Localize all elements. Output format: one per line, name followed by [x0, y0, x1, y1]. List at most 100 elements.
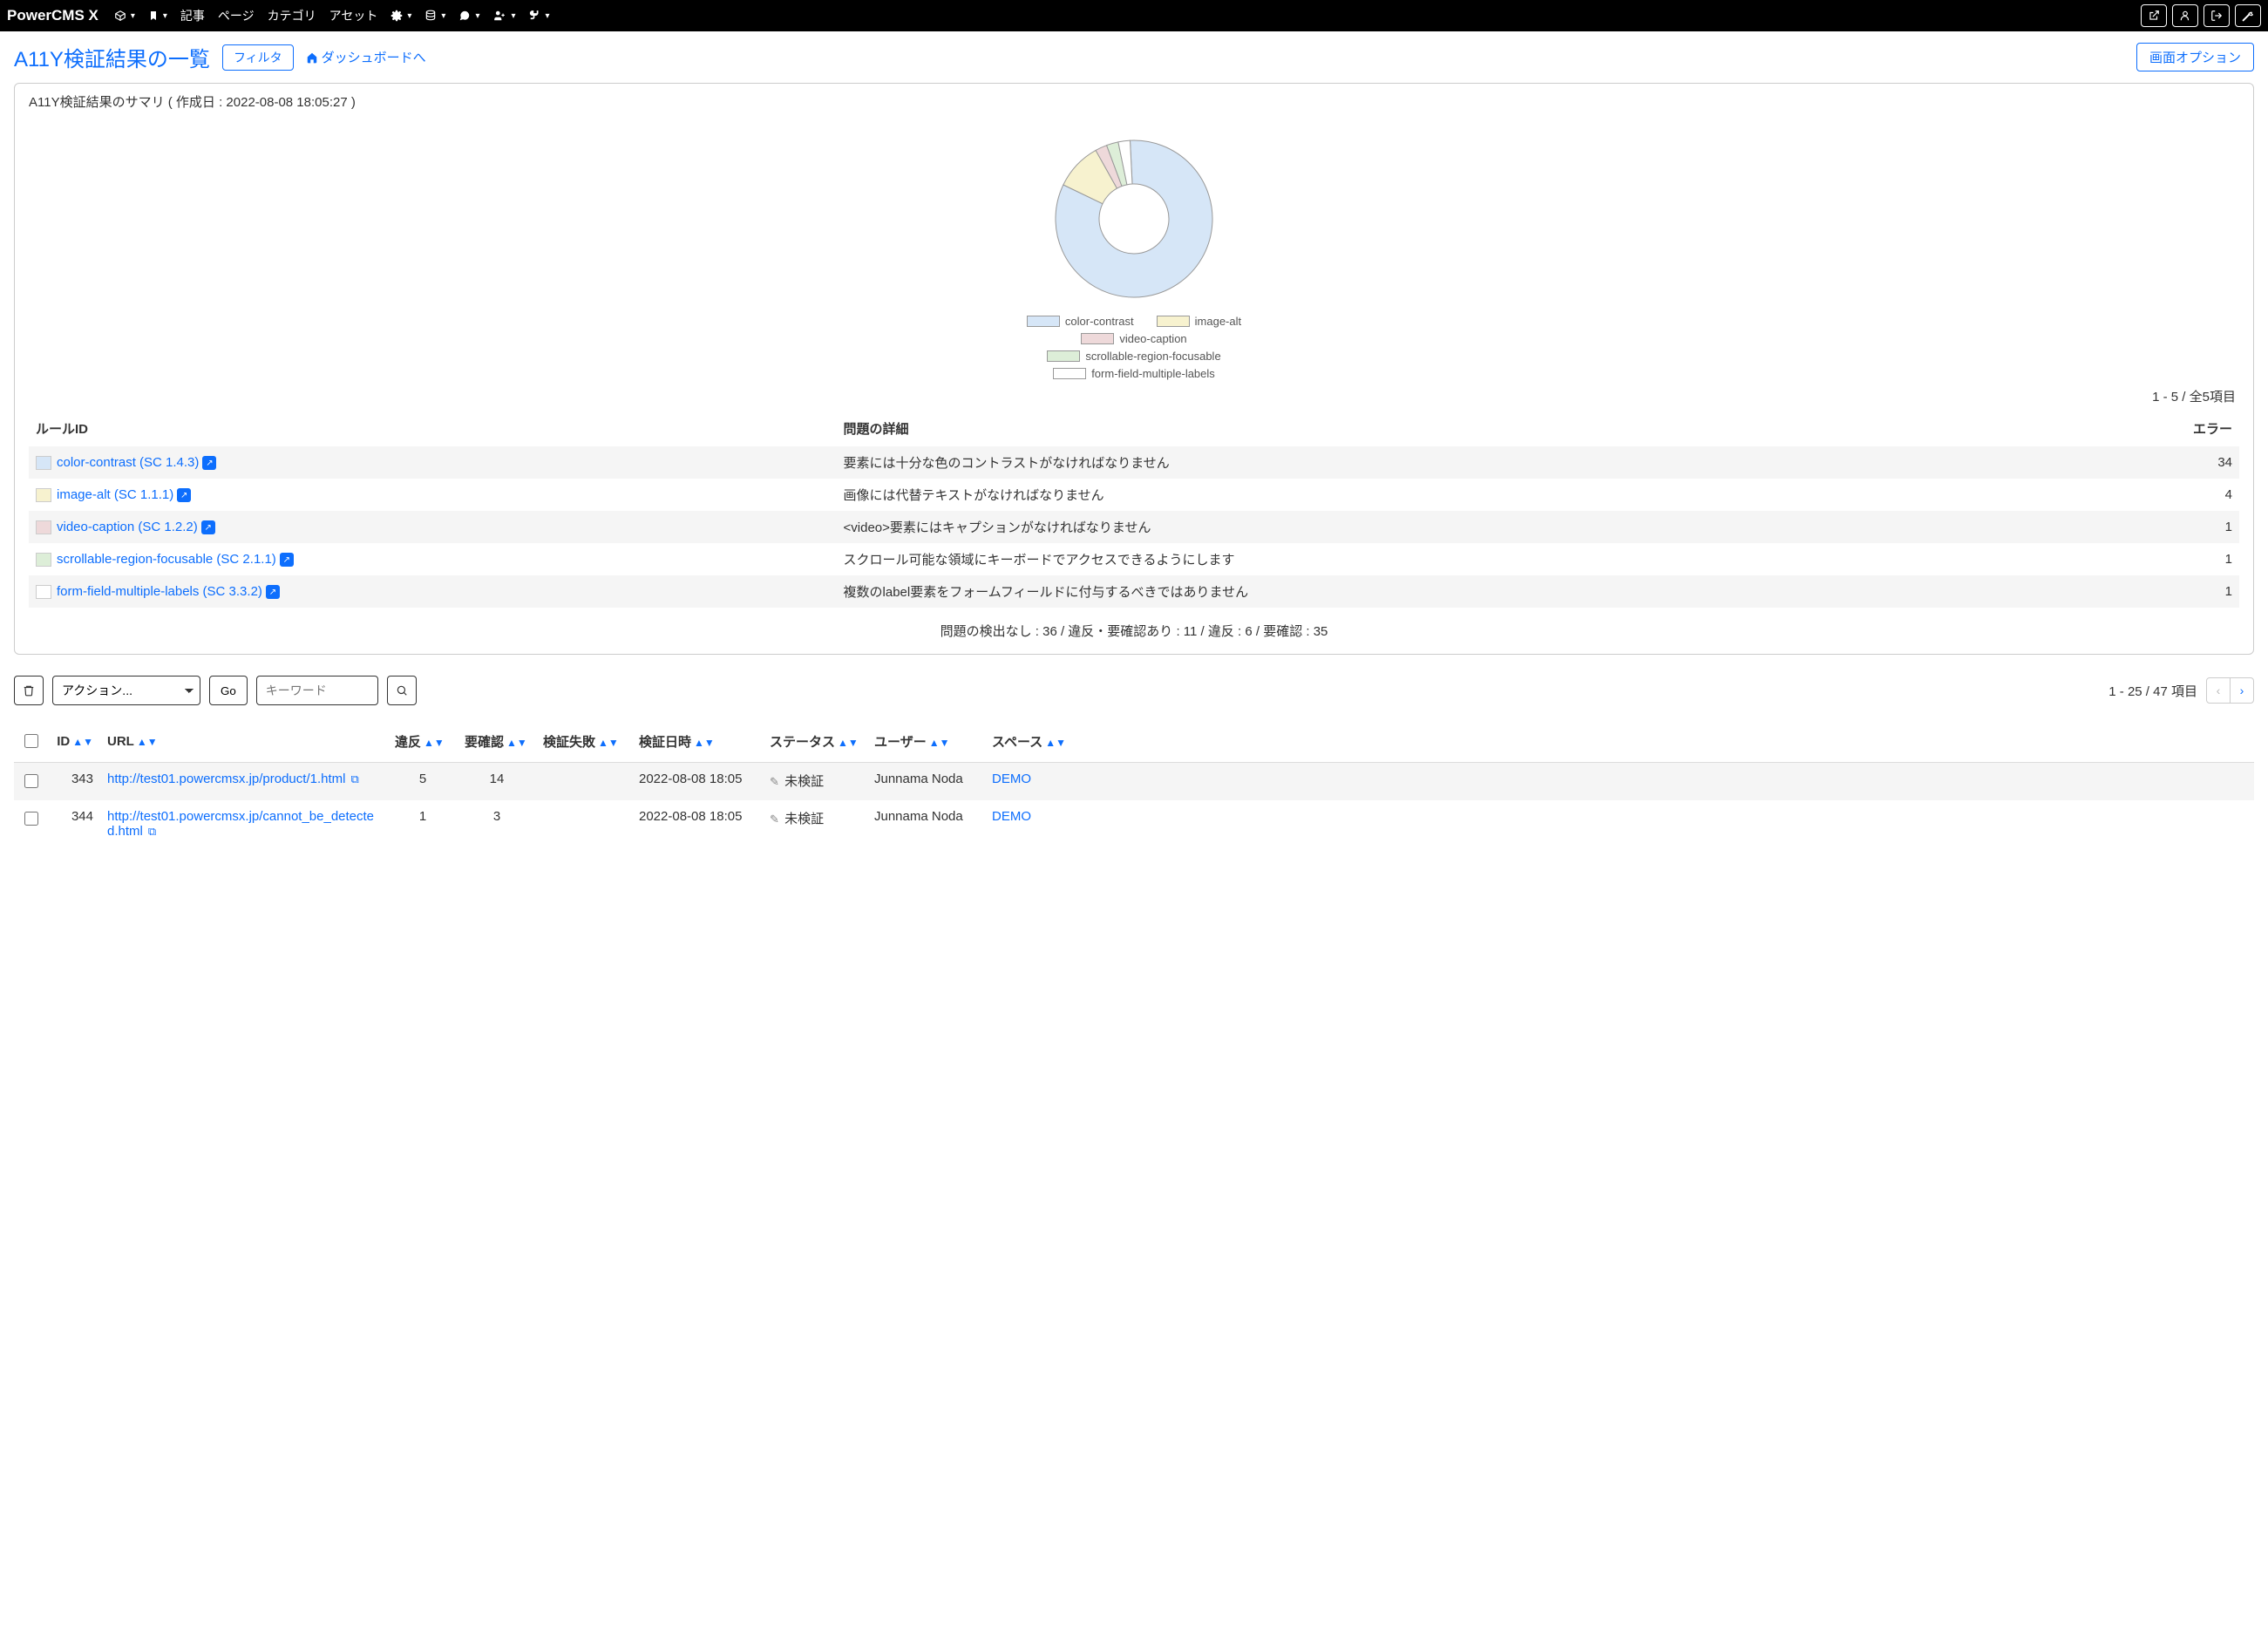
cell-reviews: 3: [458, 800, 536, 847]
legend-item: scrollable-region-focusable: [1047, 350, 1220, 363]
url-link[interactable]: http://test01.powercmsx.jp/product/1.htm…: [107, 772, 345, 786]
rule-link[interactable]: color-contrast (SC 1.4.3): [57, 455, 199, 470]
filter-button[interactable]: フィルタ: [222, 44, 294, 71]
go-button[interactable]: Go: [209, 676, 248, 705]
external-link-icon[interactable]: ↗: [177, 488, 191, 502]
rule-link[interactable]: image-alt (SC 1.1.1): [57, 487, 173, 502]
cell-id: 343: [48, 763, 100, 801]
sort-user[interactable]: ▲▼: [929, 737, 950, 749]
sort-space[interactable]: ▲▼: [1045, 737, 1066, 749]
rule-row: color-contrast (SC 1.4.3)↗要素には十分な色のコントラス…: [29, 446, 2239, 479]
action-select[interactable]: アクション...: [52, 676, 200, 705]
legend-swatch: [1157, 316, 1190, 327]
cell-datetime: 2022-08-08 18:05: [632, 800, 763, 847]
open-external-icon[interactable]: ⧉: [148, 825, 156, 838]
legend-label: color-contrast: [1065, 315, 1134, 328]
sort-violations[interactable]: ▲▼: [424, 737, 445, 749]
legend-label: image-alt: [1195, 315, 1241, 328]
dashboard-link[interactable]: ダッシュボードへ: [306, 48, 426, 66]
user-plus-icon: [492, 10, 506, 22]
profile-button[interactable]: [2172, 4, 2198, 27]
nav-articles[interactable]: 記事: [175, 3, 210, 28]
sort-failures[interactable]: ▲▼: [598, 737, 619, 749]
cell-reviews: 14: [458, 763, 536, 801]
url-link[interactable]: http://test01.powercmsx.jp/cannot_be_det…: [107, 809, 374, 839]
legend-item: form-field-multiple-labels: [1053, 367, 1215, 380]
sort-status[interactable]: ▲▼: [838, 737, 859, 749]
pencil-icon[interactable]: ✎: [770, 812, 779, 826]
legend-swatch: [1027, 316, 1060, 327]
pager-next[interactable]: ›: [2230, 677, 2254, 704]
nav-pages[interactable]: ページ: [213, 3, 260, 28]
nav-cube-menu[interactable]: [109, 6, 140, 25]
legend-item: color-contrast: [1027, 315, 1134, 328]
pager-prev[interactable]: ‹: [2206, 677, 2231, 704]
external-link-icon[interactable]: ↗: [280, 553, 294, 567]
external-link-icon[interactable]: ↗: [202, 456, 216, 470]
pager: 1 - 25 / 47 項目 ‹ ›: [2108, 677, 2254, 704]
rule-swatch: [36, 585, 51, 599]
nav-items: 記事 ページ カテゴリ アセット: [109, 3, 555, 28]
external-link-icon[interactable]: ↗: [201, 520, 215, 534]
rule-row: video-caption (SC 1.2.2)↗<video>要素にはキャプシ…: [29, 511, 2239, 543]
rule-detail: 画像には代替テキストがなければなりません: [837, 479, 2081, 511]
cell-failures: [536, 800, 632, 847]
rule-link[interactable]: video-caption (SC 1.2.2): [57, 520, 198, 534]
cell-user: Junnama Noda: [867, 800, 985, 847]
select-all-checkbox[interactable]: [24, 734, 38, 748]
logout-icon: [2210, 10, 2223, 22]
keyword-input[interactable]: [256, 676, 378, 705]
cell-datetime: 2022-08-08 18:05: [632, 763, 763, 801]
tools-button[interactable]: [2235, 4, 2261, 27]
nav-database-menu[interactable]: [419, 6, 451, 25]
rule-row: scrollable-region-focusable (SC 2.1.1)↗ス…: [29, 543, 2239, 575]
external-button[interactable]: [2141, 4, 2167, 27]
rule-table: ルールID 問題の詳細 エラー color-contrast (SC 1.4.3…: [29, 411, 2239, 608]
col-datetime: 検証日時: [639, 735, 691, 750]
rule-link[interactable]: form-field-multiple-labels (SC 3.3.2): [57, 584, 262, 599]
brand[interactable]: PowerCMS X: [7, 7, 98, 24]
col-detail: 問題の詳細: [837, 411, 2081, 446]
col-error: エラー: [2081, 411, 2239, 446]
sort-datetime[interactable]: ▲▼: [694, 737, 715, 749]
space-link[interactable]: DEMO: [992, 809, 1031, 824]
results-row: 343 http://test01.powercmsx.jp/product/1.…: [14, 763, 2254, 801]
col-url: URL: [107, 734, 134, 749]
legend-swatch: [1047, 350, 1080, 362]
row-checkbox[interactable]: [24, 812, 38, 826]
logout-button[interactable]: [2203, 4, 2230, 27]
sort-id[interactable]: ▲▼: [72, 736, 93, 748]
list-controls: アクション... Go 1 - 25 / 47 項目 ‹ ›: [14, 676, 2254, 705]
nav-comments-menu[interactable]: [453, 6, 485, 25]
cube-icon: [114, 10, 126, 22]
home-icon: [306, 51, 318, 64]
user-icon: [2179, 10, 2191, 22]
nav-gear-menu[interactable]: [385, 6, 417, 25]
nav-categories[interactable]: カテゴリ: [262, 3, 322, 28]
rule-swatch: [36, 553, 51, 567]
dashboard-link-label: ダッシュボードへ: [322, 48, 426, 66]
rule-error-count: 1: [2081, 575, 2239, 608]
nav-users-menu[interactable]: [487, 6, 520, 25]
rule-link[interactable]: scrollable-region-focusable (SC 2.1.1): [57, 552, 276, 567]
space-link[interactable]: DEMO: [992, 772, 1031, 786]
row-checkbox[interactable]: [24, 774, 38, 788]
sort-reviews[interactable]: ▲▼: [506, 737, 527, 749]
nav-plugins-menu[interactable]: [524, 6, 555, 25]
gear-icon: [390, 10, 403, 22]
screen-options-button[interactable]: 画面オプション: [2136, 43, 2254, 71]
open-external-icon[interactable]: ⧉: [350, 772, 358, 785]
nav-assets[interactable]: アセット: [324, 3, 384, 28]
search-button[interactable]: [387, 676, 417, 705]
pencil-icon[interactable]: ✎: [770, 775, 779, 788]
rule-error-count: 1: [2081, 511, 2239, 543]
summary-panel: A11Y検証結果のサマリ ( 作成日 : 2022-08-08 18:05:27…: [14, 83, 2254, 655]
external-link-icon[interactable]: ↗: [266, 585, 280, 599]
nav-bookmark-menu[interactable]: [143, 6, 173, 25]
delete-button[interactable]: [14, 676, 44, 705]
col-user: ユーザー: [874, 735, 927, 750]
col-failures: 検証失敗: [543, 735, 595, 750]
sort-url[interactable]: ▲▼: [137, 736, 158, 748]
comments-icon: [458, 10, 471, 22]
legend-label: form-field-multiple-labels: [1091, 367, 1215, 380]
